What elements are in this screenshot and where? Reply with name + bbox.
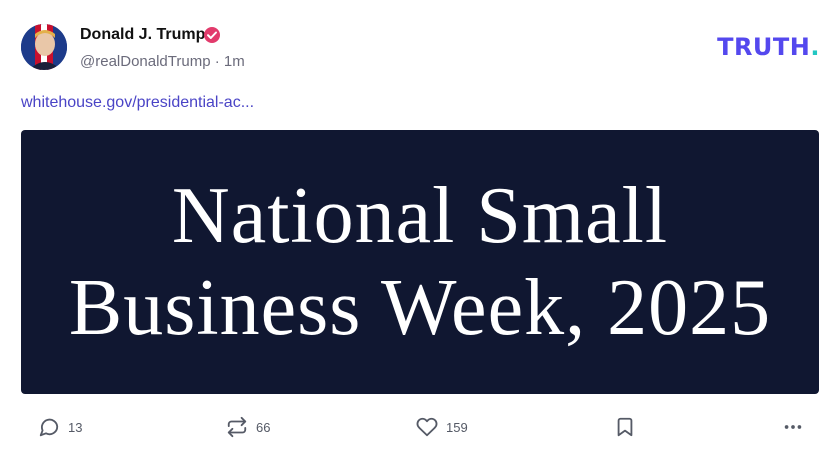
verified-badge-icon: [204, 27, 220, 43]
brand-dot: .: [810, 33, 820, 61]
more-options-button[interactable]: [782, 416, 804, 438]
retruth-icon: [227, 416, 247, 438]
post-link[interactable]: whitehouse.gov/presidential-ac...: [21, 94, 254, 112]
author-name[interactable]: Donald J. Trump: [80, 26, 205, 44]
like-icon: [416, 417, 438, 437]
retruth-button[interactable]: 66: [226, 416, 270, 438]
like-count: 159: [446, 419, 468, 435]
reply-icon: [39, 418, 59, 437]
bookmark-button[interactable]: [614, 416, 636, 438]
author-meta: @realDonaldTrump · 1m: [80, 53, 245, 70]
brand-name: TRUTH: [717, 33, 811, 61]
image-headline-line2: Business Week, 2025: [68, 264, 772, 352]
more-icon: [784, 425, 802, 429]
bookmark-icon: [617, 417, 633, 437]
post-actions: 13 66 159: [0, 416, 840, 442]
reply-button[interactable]: 13: [38, 416, 82, 438]
like-button[interactable]: 159: [416, 416, 468, 438]
author-handle[interactable]: @realDonaldTrump: [80, 53, 211, 70]
meta-separator: ·: [214, 53, 220, 70]
retruth-count: 66: [256, 419, 271, 435]
post-time[interactable]: 1m: [224, 53, 245, 70]
truth-logo[interactable]: TRUTH.: [717, 33, 820, 61]
reply-count: 13: [68, 419, 83, 435]
image-headline-line1: National Small: [171, 172, 669, 260]
link-preview-image[interactable]: National Small Business Week, 2025: [21, 130, 819, 394]
avatar[interactable]: [21, 24, 67, 70]
